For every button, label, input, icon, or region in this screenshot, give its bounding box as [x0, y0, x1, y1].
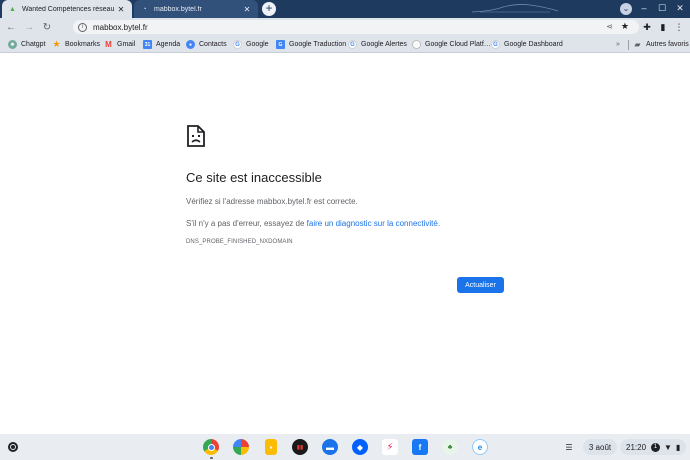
bookmark-label: Agenda [156, 41, 181, 48]
notification-badge: 1 [651, 442, 661, 452]
page-favicon-icon: ◔ [142, 5, 147, 13]
wifi-icon: ▼ [664, 442, 672, 452]
tab-search-icon[interactable]: ⌄ [620, 3, 632, 15]
bookmark-label: Gmail [117, 41, 136, 48]
diagnostic-link[interactable]: faire un diagnostic sur la connectivité [307, 219, 438, 228]
share-icon[interactable]: ⋖ [606, 22, 613, 31]
leaf-favicon-icon: ▲ [9, 5, 16, 13]
url-text[interactable]: mabbox.bytel.fr [93, 23, 148, 32]
extensions-icon[interactable]: ✚ [640, 20, 654, 34]
minimize-icon[interactable]: – [638, 2, 650, 15]
chevron-icon[interactable]: » [616, 39, 620, 50]
close-window-icon[interactable]: ✕ [674, 2, 686, 15]
flow-app-icon[interactable]: ⚡ [382, 439, 398, 455]
ie-app-icon[interactable]: e [472, 439, 488, 455]
bookmarks-bar: ✺ Chatgpt ★ Bookmarks M Gmail 31 Agenda … [0, 36, 690, 53]
menu-icon[interactable]: ⋮ [672, 20, 686, 34]
bookmark-google[interactable]: G Google [233, 39, 269, 50]
contacts-icon: ● [186, 40, 195, 49]
bookmark-label: Chatgpt [21, 41, 46, 48]
reload-icon[interactable]: ↻ [40, 20, 54, 34]
launcher-icon[interactable] [8, 442, 18, 452]
bookmark-label: Autres favoris [646, 41, 689, 48]
chrome-app-icon[interactable] [203, 439, 219, 455]
keep-app-icon[interactable]: ▪ [265, 439, 277, 455]
bookmark-other-favorites[interactable]: ▰ Autres favoris [628, 39, 689, 50]
error-suggestion-suffix: . [437, 219, 441, 228]
site-info-icon[interactable]: i [78, 22, 87, 32]
tab-title: mabbox.bytel.fr [154, 5, 202, 13]
bookmark-label: Google Cloud Platf… [425, 41, 491, 48]
forward-icon[interactable]: → [22, 20, 36, 34]
bookmark-star-icon[interactable]: ★ [621, 21, 629, 32]
side-panel-icon[interactable]: ▮ [656, 20, 670, 34]
toolbar: ← → ↻ i mabbox.bytel.fr ⋖ ★ ✚ ▮ ⋮ [0, 18, 690, 36]
reload-button[interactable]: Actualiser [457, 277, 504, 293]
calendar-icon: 31 [143, 40, 152, 49]
error-code: DNS_PROBE_FINISHED_NXDOMAIN [186, 239, 293, 245]
star-icon: ★ [52, 39, 61, 49]
bookmark-label: Bookmarks [65, 41, 101, 48]
google-icon: G [491, 40, 500, 49]
bookmark-google-cloud[interactable]: ◌ Google Cloud Platf… [412, 39, 491, 50]
bookmark-contacts[interactable]: ● Contacts [186, 39, 227, 50]
bookmark-label: Google Traduction [289, 41, 347, 48]
close-icon[interactable]: ✕ [116, 5, 126, 14]
bookmark-gmail[interactable]: M Gmail [104, 39, 135, 50]
clock: 21:20 [626, 442, 647, 452]
bookmark-chatgpt[interactable]: ✺ Chatgpt [8, 39, 46, 50]
bookmark-bookmarks[interactable]: ★ Bookmarks [52, 39, 100, 50]
back-icon[interactable]: ← [4, 20, 18, 34]
running-indicator [210, 457, 213, 459]
battery-icon: ▮ [675, 442, 681, 452]
dropbox-app-icon[interactable]: ◆ [352, 439, 368, 455]
date-indicator[interactable]: 3 août [583, 439, 617, 455]
bookmark-google-dashboard[interactable]: G Google Dashboard [491, 39, 563, 50]
close-icon[interactable]: ✕ [242, 5, 252, 14]
bookmark-label: Google [246, 41, 269, 48]
tote-icon[interactable]: ☰ [561, 439, 577, 455]
error-title: Ce site est inaccessible [186, 170, 322, 185]
bookmark-google-alertes[interactable]: G Google Alertes [348, 39, 407, 50]
translate-icon: G [276, 40, 285, 49]
chatgpt-icon: ✺ [8, 40, 17, 49]
status-area[interactable]: 21:20 1 ▼ ▮ [620, 439, 686, 455]
messages-app-icon[interactable]: ▬ [322, 439, 338, 455]
error-suggestion-address: Vérifiez si l'adresse mabbox.bytel.fr es… [186, 197, 358, 206]
tab-wanted[interactable]: ▲ Wanted Compétences réseau - Bo… ✕ [2, 0, 132, 18]
google-icon: G [348, 40, 357, 49]
tab-strip: ▲ Wanted Compétences réseau - Bo… ✕ ◔ ma… [0, 0, 690, 18]
gmail-icon: M [105, 40, 112, 49]
error-suggestion-text: S'il n'y a pas d'erreur, essayez de [186, 219, 307, 228]
maximize-icon[interactable]: ☐ [656, 2, 668, 15]
google-icon: G [233, 40, 242, 49]
new-tab-button[interactable]: + [262, 2, 276, 16]
shelf: ▪ ▮▮ ▬ ◆ ⚡ f ♣ e ☰ 3 août 21:20 1 ▼ ▮ [0, 434, 690, 460]
facebook-app-icon[interactable]: f [412, 439, 428, 455]
game-app-icon[interactable]: ♣ [442, 439, 458, 455]
photos-app-icon[interactable] [233, 439, 249, 455]
bookmark-google-traduction[interactable]: G Google Traduction [276, 39, 346, 50]
car-silhouette-icon [471, 4, 559, 13]
media-app-icon[interactable]: ▮▮ [292, 439, 308, 455]
tab-mabbox[interactable]: ◔ mabbox.bytel.fr ✕ [134, 0, 258, 18]
bookmark-label: Google Alertes [361, 41, 407, 48]
separator [628, 39, 629, 50]
folder-icon: ▰ [634, 40, 641, 49]
bookmark-agenda[interactable]: 31 Agenda [143, 39, 180, 50]
bookmark-label: Google Dashboard [504, 41, 563, 48]
tab-title: Wanted Compétences réseau - Bo… [22, 5, 116, 13]
bookmark-label: Contacts [199, 41, 227, 48]
address-bar[interactable]: i mabbox.bytel.fr ⋖ ★ [73, 20, 639, 34]
sad-page-icon [187, 125, 205, 147]
globe-icon: ◌ [412, 40, 421, 49]
error-suggestion-diagnostic: S'il n'y a pas d'erreur, essayez de fair… [186, 219, 440, 228]
